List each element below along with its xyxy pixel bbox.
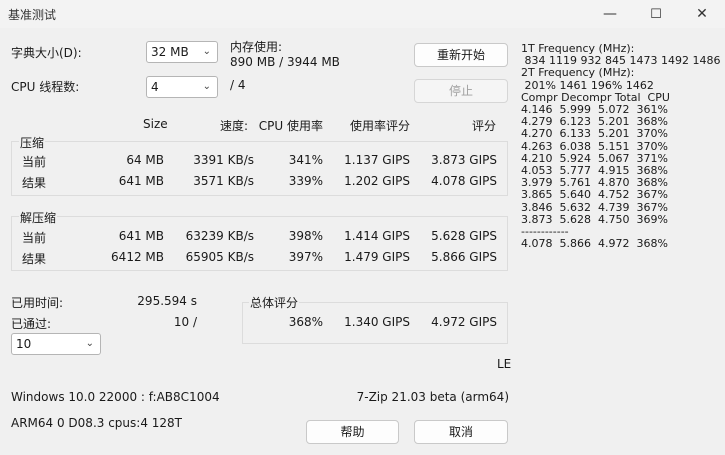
elapsed-value: 295.594 s (137, 294, 197, 308)
log-line: 3.846 5.632 4.739 367% (521, 200, 668, 214)
log-line: 4.078 5.866 4.972 368% (521, 237, 668, 251)
row-label: 结果 (22, 252, 47, 266)
row-label: 当前 (22, 231, 47, 245)
frequency-log: 1T Frequency (MHz): 834 1119 932 845 147… (521, 42, 720, 251)
title-bar: 基准测试 — ☐ ✕ (0, 0, 725, 28)
header-size: Size (143, 117, 168, 131)
close-button[interactable]: ✕ (679, 0, 725, 28)
cpu-usage-value: 339% (288, 174, 323, 188)
rating-value: 5.866 GIPS (431, 250, 497, 264)
cpu-usage-value: 397% (288, 250, 323, 264)
decompress-title: 解压缩 (19, 209, 58, 226)
speed-value: 3571 KB/s (193, 174, 254, 188)
threads-label: CPU 线程数: (11, 80, 80, 94)
passes-value: 10 (16, 337, 32, 351)
cpu-usage-value: 341% (288, 153, 323, 167)
row-label: 结果 (22, 176, 47, 190)
passes-select[interactable]: 10 ⌄ (11, 333, 101, 355)
header-usage-rating: 使用率评分 (349, 119, 410, 133)
cpu-usage-value: 398% (288, 229, 323, 243)
stop-button[interactable]: 停止 (414, 79, 508, 103)
memory-usage-label: 内存使用: (230, 40, 283, 54)
rating-value: 4.078 GIPS (431, 174, 497, 188)
cancel-button[interactable]: 取消 (414, 420, 508, 444)
chevron-down-icon: ⌄ (85, 338, 94, 349)
window-title: 基准测试 (8, 8, 57, 22)
usage-rating-value: 1.137 GIPS (344, 153, 410, 167)
size-value: 641 MB (118, 174, 164, 188)
header-rating: 评分 (471, 119, 496, 133)
os-info: Windows 10.0 22000 : f:AB8C1004 (11, 390, 220, 404)
total-rating-title: 总体评分 (249, 294, 300, 311)
usage-rating-value: 1.479 GIPS (344, 250, 410, 264)
endianness-label: LE (497, 357, 512, 371)
header-cpu-usage: CPU 使用率 (258, 119, 323, 133)
threads-select[interactable]: 4 ⌄ (146, 76, 218, 98)
log-line: 4.270 6.133 5.201 370% (521, 127, 668, 141)
dict-size-value: 32 MB (151, 45, 189, 59)
threads-total: / 4 (230, 78, 246, 92)
passed-value: 10 / (173, 315, 197, 329)
dict-size-select[interactable]: 32 MB ⌄ (146, 41, 218, 63)
speed-value: 3391 KB/s (193, 153, 254, 167)
size-value: 6412 MB (111, 250, 164, 264)
size-value: 641 MB (118, 229, 164, 243)
speed-value: 63239 KB/s (185, 229, 254, 243)
usage-rating-value: 1.202 GIPS (344, 174, 410, 188)
log-line: 4.263 6.038 5.151 370% (521, 139, 668, 153)
total-rating: 4.972 GIPS (431, 315, 497, 329)
threads-value: 4 (151, 80, 159, 94)
rating-value: 3.873 GIPS (431, 153, 497, 167)
log-line: 3.865 5.640 4.752 367% (521, 188, 668, 202)
rating-value: 5.628 GIPS (431, 229, 497, 243)
log-line: 201% 1461 196% 1462 (521, 78, 654, 92)
row-label: 当前 (22, 155, 47, 169)
dict-size-label: 字典大小(D): (11, 46, 82, 60)
size-value: 64 MB (126, 153, 164, 167)
log-line: 2T Frequency (MHz): (521, 66, 635, 80)
restart-button[interactable]: 重新开始 (414, 43, 508, 67)
minimize-button[interactable]: — (587, 0, 633, 28)
compress-title: 压缩 (19, 134, 46, 151)
elapsed-label: 已用时间: (11, 296, 64, 310)
maximize-button[interactable]: ☐ (633, 0, 679, 28)
cpu-info: ARM64 0 D08.3 cpus:4 128T (11, 416, 183, 430)
chevron-down-icon: ⌄ (202, 81, 211, 92)
chevron-down-icon: ⌄ (202, 46, 211, 57)
usage-rating-value: 1.414 GIPS (344, 229, 410, 243)
total-cpu-usage: 368% (288, 315, 323, 329)
help-button[interactable]: 帮助 (306, 420, 399, 444)
memory-usage-value: 890 MB / 3944 MB (230, 55, 340, 69)
speed-value: 65905 KB/s (185, 250, 254, 264)
header-speed: 速度: (219, 119, 248, 133)
passed-label: 已通过: (11, 317, 52, 331)
total-usage-rating: 1.340 GIPS (344, 315, 410, 329)
version-info: 7-Zip 21.03 beta (arm64) (356, 390, 509, 404)
